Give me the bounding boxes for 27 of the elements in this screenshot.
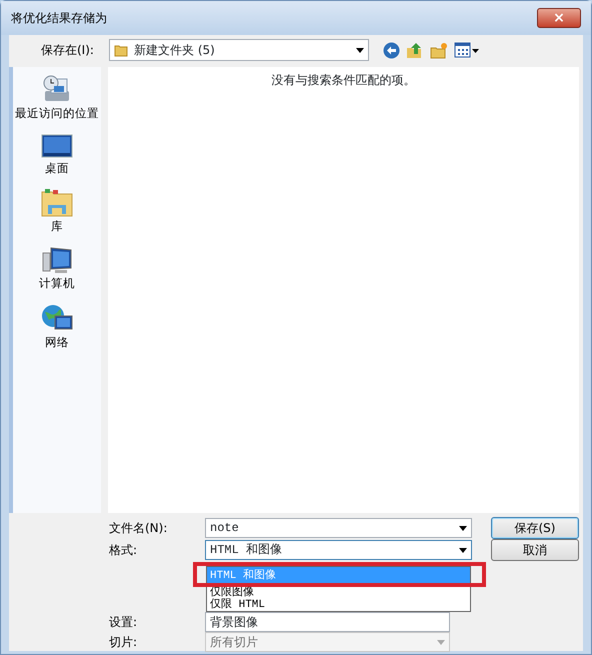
file-name-field[interactable]: note — [205, 518, 472, 538]
new-folder-icon[interactable] — [430, 42, 448, 58]
folder-dropdown[interactable]: 新建文件夹 (5) — [109, 39, 369, 61]
sidebar-item[interactable]: 桌面 — [41, 132, 73, 178]
desktop-icon — [41, 132, 73, 160]
cancel-button[interactable]: 取消 — [491, 539, 579, 561]
folder-icon — [114, 43, 128, 57]
empty-message: 没有与搜索条件匹配的项。 — [272, 73, 416, 87]
sidebar-item[interactable]: 计算机 — [39, 244, 75, 292]
sidebar-item[interactable]: 网络 — [41, 302, 73, 352]
settings-dropdown[interactable]: 背景图像 — [205, 612, 450, 632]
field-label: 设置: — [108, 614, 138, 631]
field-label: 切片: — [108, 634, 138, 651]
field-label: 格式: — [108, 542, 138, 559]
window-title: 将优化结果存储为 — [11, 10, 107, 27]
sidebar-item[interactable]: 最近访问的位置 — [15, 73, 99, 122]
save-button[interactable]: 保存(S) — [491, 517, 579, 539]
format-dropdown[interactable]: HTML 和图像 — [205, 540, 472, 560]
field-label: 文件名(N): — [108, 520, 168, 537]
back-icon[interactable] — [383, 42, 400, 58]
format-option[interactable]: 仅限 HTML — [207, 599, 470, 611]
up-folder-icon[interactable] — [406, 42, 424, 58]
view-menu-icon[interactable] — [454, 42, 480, 58]
library-icon — [41, 188, 73, 218]
save-in-label: 保存在(I): — [41, 42, 95, 59]
computer-icon — [41, 244, 73, 275]
sidebar-item[interactable]: 库 — [41, 188, 73, 235]
